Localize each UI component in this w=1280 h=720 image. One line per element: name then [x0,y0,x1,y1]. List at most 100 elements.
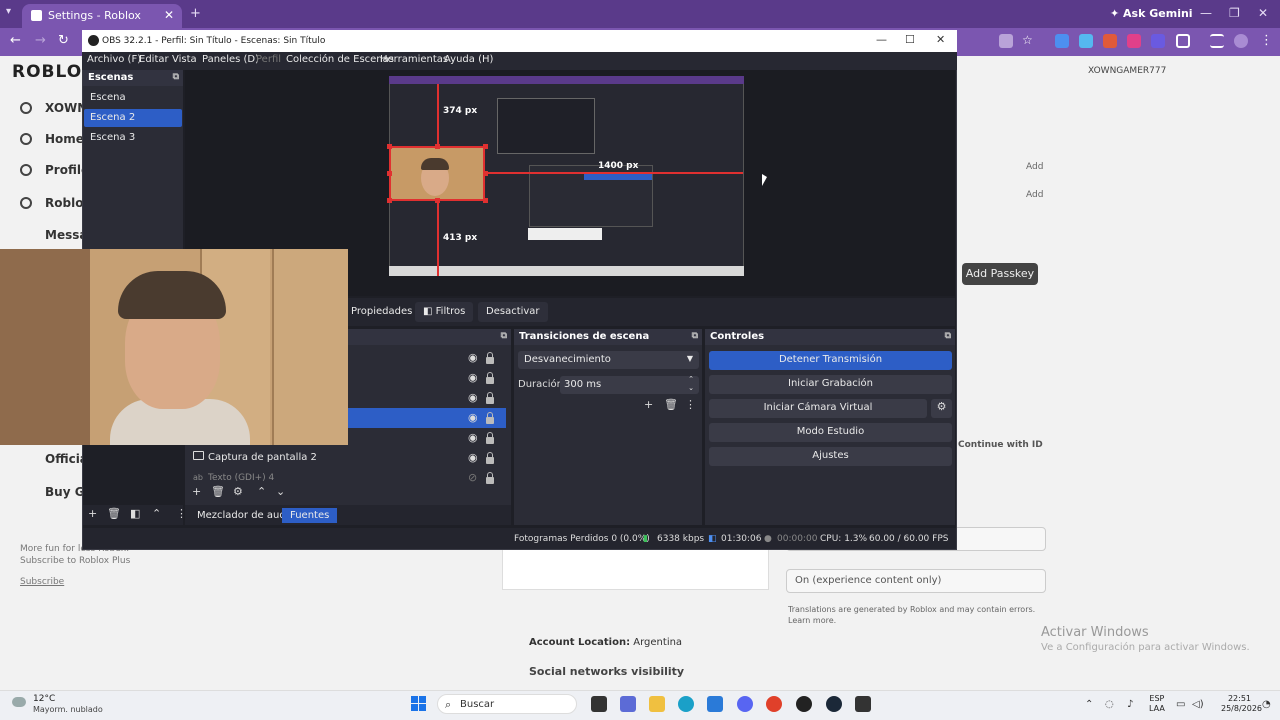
start-recording-button[interactable]: Iniciar Grabación [709,375,952,394]
obs-minimize-icon[interactable]: — [876,33,887,46]
menu-profile[interactable]: Perfil [256,54,281,65]
dock-float-icon[interactable]: ⧉ [173,72,179,82]
clock[interactable]: 22:51 25/8/2026 [1221,694,1262,714]
header-username[interactable]: XOWNGAMER777 [1088,66,1166,76]
resize-handle[interactable] [435,144,440,149]
translate-icon[interactable] [999,34,1013,48]
studio-mode-button[interactable]: Modo Estudio [709,423,952,442]
lock-icon[interactable] [486,352,494,364]
back-icon[interactable]: ← [10,33,21,48]
eye-visible-icon[interactable]: ◉ [468,391,478,404]
extension-icon[interactable] [1103,34,1117,48]
move-down-icon[interactable]: ⌄ [276,485,285,498]
deactivate-button[interactable]: Desactivar [478,302,548,322]
file-explorer-icon[interactable] [649,696,665,712]
volume-icon[interactable]: ◁) [1192,699,1204,710]
lock-icon[interactable] [486,472,494,484]
scene-item[interactable]: Escena [84,89,182,107]
scene-more-icon[interactable]: ⋮ [176,507,187,520]
eye-visible-icon[interactable]: ◉ [468,351,478,364]
nav-username[interactable]: XOWN [45,101,87,115]
add-passkey-button[interactable]: Add Passkey [962,263,1038,285]
continue-with-id-button[interactable]: Continue with ID [958,440,1043,450]
tray-chevron-icon[interactable]: ⌃ [1085,699,1093,710]
add-link[interactable]: Add [1026,162,1043,172]
virtual-camera-gear-icon[interactable]: ⚙ [931,399,952,418]
weather-temperature[interactable]: 12°C [33,694,55,704]
weather-cloud-icon[interactable] [12,697,26,707]
obs-taskbar-icon[interactable] [796,696,812,712]
keyboard-language[interactable]: ESP LAA [1149,694,1165,714]
lock-icon[interactable] [486,392,494,404]
network-icon[interactable]: ▭ [1176,699,1185,710]
move-up-icon[interactable]: ⌃ [257,485,266,498]
weather-description[interactable]: Mayorm. nublado [33,705,103,714]
widgets-icon[interactable] [620,696,636,712]
lock-icon[interactable] [486,452,494,464]
remove-scene-icon[interactable]: 🗑 [107,507,121,520]
ask-gemini-button[interactable]: ✦ Ask Gemini [1110,7,1193,20]
eye-visible-icon[interactable]: ◉ [468,411,478,424]
scene-filters-icon[interactable]: ◧ [130,507,140,520]
eye-visible-icon[interactable]: ◉ [468,431,478,444]
epic-games-icon[interactable] [855,696,871,712]
lock-icon[interactable] [486,432,494,444]
nav-home[interactable]: Home [45,132,84,146]
extension-icon[interactable] [1151,34,1165,48]
menu-edit[interactable]: Editar [139,54,169,65]
menu-docks[interactable]: Paneles (D) [202,54,259,65]
menu-tools[interactable]: Herramientas [380,54,448,65]
menu-help[interactable]: Ayuda (H) [444,54,493,65]
resize-handle[interactable] [435,198,440,203]
resize-handle[interactable] [483,171,488,176]
source-settings-icon[interactable]: ⚙ [233,485,243,498]
steam-icon[interactable] [826,696,842,712]
dock-float-icon[interactable]: ⧉ [945,331,951,341]
eye-hidden-icon[interactable]: ⊘ [468,471,477,484]
transition-more-icon[interactable]: ⋮ [685,398,696,411]
remove-transition-icon[interactable]: 🗑 [664,398,678,411]
chrome-menu-icon[interactable]: ⋮ [1260,33,1273,48]
resize-handle[interactable] [387,144,392,149]
tab-sources[interactable]: Fuentes [282,508,338,523]
tray-mic-icon[interactable]: ♪ [1127,699,1133,710]
discord-icon[interactable] [737,696,753,712]
resize-handle[interactable] [387,171,392,176]
extensions-puzzle-icon[interactable] [1176,34,1190,48]
remove-source-icon[interactable]: 🗑 [211,485,225,498]
menu-view[interactable]: Vista [172,54,197,65]
eye-visible-icon[interactable]: ◉ [468,371,478,384]
eye-visible-icon[interactable]: ◉ [468,451,478,464]
scene-item[interactable]: Escena 3 [84,129,182,147]
resize-handle[interactable] [387,198,392,203]
add-transition-icon[interactable]: + [644,398,653,411]
tab-search-icon[interactable]: ▾ [6,6,11,17]
extension-icon[interactable] [1079,34,1093,48]
minimize-icon[interactable]: — [1200,6,1212,20]
resize-handle[interactable] [483,144,488,149]
close-window-icon[interactable]: ✕ [1258,6,1268,20]
bookmark-star-icon[interactable]: ☆ [1022,33,1036,47]
taskbar-search[interactable]: ⌕ Buscar [437,694,577,714]
close-tab-icon[interactable]: ✕ [164,8,174,22]
profile-avatar-icon[interactable] [1234,34,1248,48]
menu-file[interactable]: Archivo (F) [87,54,141,65]
browser-tab[interactable]: Settings - Roblox ✕ [22,4,182,28]
store-icon[interactable] [707,696,723,712]
reload-icon[interactable]: ↻ [58,33,69,48]
transition-select[interactable]: Desvanecimiento ▼ [518,351,699,369]
spinner-icon[interactable]: ⌃ ⌄ [688,375,694,393]
scene-move-up-icon[interactable]: ⌃ [152,507,161,520]
preview-webcam-source[interactable] [389,146,485,201]
experience-translation-select[interactable]: On (experience content only) [786,569,1046,593]
settings-button[interactable]: Ajustes [709,447,952,466]
menu-scene-collection[interactable]: Colección de Escenas [286,54,394,65]
add-source-icon[interactable]: + [192,485,201,498]
add-scene-icon[interactable]: + [88,507,97,520]
lock-icon[interactable] [486,372,494,384]
restore-icon[interactable]: ❐ [1229,6,1240,20]
scene-item-selected[interactable]: Escena 2 [84,109,182,127]
dock-float-icon[interactable]: ⧉ [501,331,507,341]
properties-button[interactable]: Propiedades [343,302,420,322]
reading-list-icon[interactable] [1210,34,1224,48]
